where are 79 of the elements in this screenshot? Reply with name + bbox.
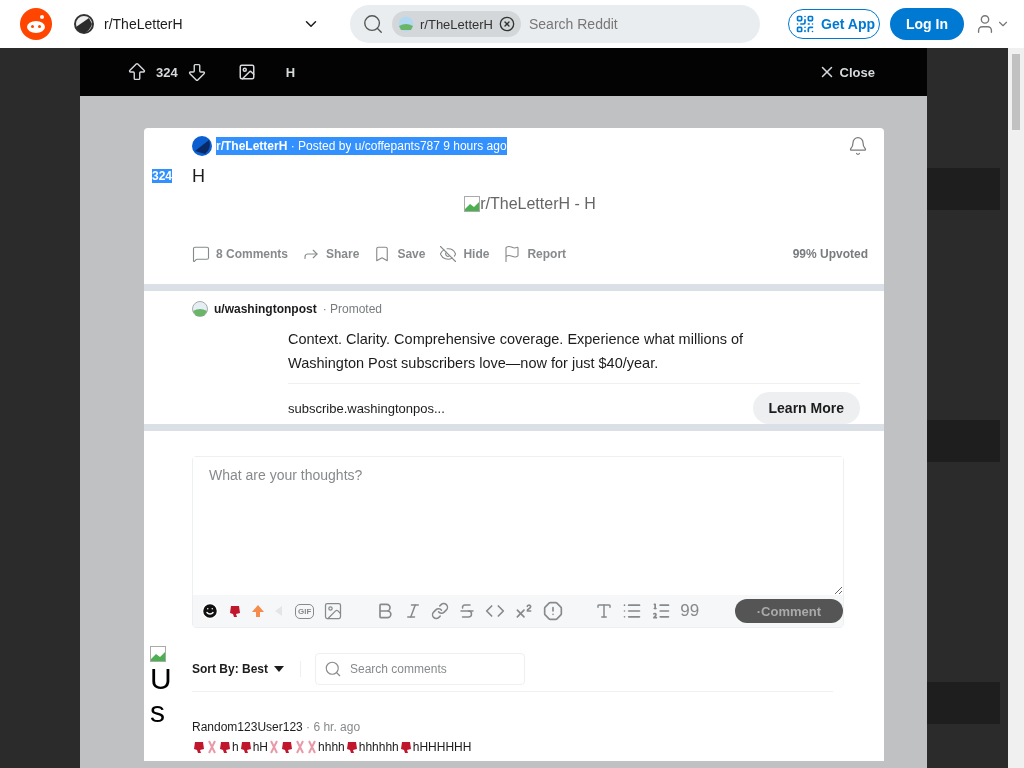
- flag-icon: [503, 245, 522, 263]
- bunny-icon: [206, 740, 218, 754]
- caret-icon: [274, 666, 284, 672]
- ad-link[interactable]: subscribe.washingtonpos...: [288, 400, 445, 416]
- report-button[interactable]: Report: [503, 245, 567, 263]
- learn-more-button[interactable]: Learn More: [752, 392, 860, 424]
- creature-icon: [344, 740, 359, 754]
- post-meta-text: Posted by: [294, 137, 352, 155]
- smiley-icon[interactable]: [201, 602, 219, 620]
- reddit-logo[interactable]: [20, 8, 52, 40]
- comment-field[interactable]: What are your thoughts? GIF 99 ·Comment: [192, 456, 844, 628]
- advertiser-avatar-icon: [192, 301, 208, 317]
- bulleted-list-icon[interactable]: [622, 601, 643, 621]
- comment-text: hhhh: [318, 740, 345, 754]
- save-button[interactable]: Save: [373, 245, 426, 263]
- author-link[interactable]: u/coffepants787: [351, 137, 440, 155]
- community-avatar-icon: [192, 136, 212, 156]
- image-icon: [237, 63, 256, 81]
- comment-search-field[interactable]: Search comments: [315, 653, 525, 685]
- creature-icon: [398, 740, 413, 754]
- search-icon: [324, 660, 342, 678]
- community-dropdown[interactable]: r/TheLetterH: [68, 14, 326, 34]
- comment-text: hhhhhh: [358, 740, 399, 754]
- upvote-icon[interactable]: [126, 61, 148, 83]
- bunny-icon: [268, 740, 281, 754]
- creature-icon: [238, 740, 253, 754]
- vote-count: 324: [152, 169, 173, 183]
- login-button[interactable]: Log In: [890, 8, 964, 40]
- upvote-ratio: 99% Upvoted: [792, 247, 868, 261]
- image-alt-text: r/TheLetterH - H: [480, 195, 596, 213]
- broken-image-icon: [150, 646, 166, 662]
- image-icon[interactable]: [323, 601, 344, 621]
- comment-author[interactable]: Random123User123: [192, 720, 303, 734]
- strikethrough-icon[interactable]: [458, 602, 477, 620]
- get-app-button[interactable]: Get App: [788, 9, 880, 39]
- advertiser-name[interactable]: u/washingtonpost: [214, 302, 317, 316]
- sort-dropdown[interactable]: Sort By: Best: [192, 662, 284, 676]
- comment-icon: [192, 245, 210, 263]
- hidden-eye-icon: [439, 245, 458, 263]
- bunny-icon: [294, 740, 307, 754]
- creature-icon: [228, 604, 242, 618]
- link-icon[interactable]: [431, 602, 450, 620]
- ad-text: Context. Clarity. Comprehensive coverage. Experience what millions of Washington Post subscribers love—now for just $40/year.: [288, 327, 860, 384]
- up-arrow-icon[interactable]: [251, 604, 265, 618]
- numbered-list-icon[interactable]: [651, 601, 672, 621]
- image-alt-text: Us: [150, 662, 173, 728]
- creature-icon: [192, 740, 206, 754]
- bell-icon[interactable]: [848, 136, 868, 156]
- search-icon: [362, 13, 384, 35]
- creature-icon: [218, 740, 232, 754]
- bunny-icon: [306, 740, 319, 754]
- spoiler-icon[interactable]: [543, 601, 564, 621]
- post-title: H: [285, 64, 296, 80]
- creature-icon: [280, 740, 295, 754]
- quote-button[interactable]: 99: [680, 601, 700, 621]
- broken-image-icon: [464, 196, 481, 212]
- comment-text: hHHHHHH: [412, 740, 472, 754]
- vote-count: 324: [156, 64, 178, 80]
- community-avatar-icon: [398, 16, 414, 32]
- comments-button[interactable]: 8 Comments: [192, 245, 289, 263]
- promoted-label: · Promoted: [322, 302, 382, 316]
- search-field[interactable]: r/TheLetterH Search Reddit: [350, 5, 760, 43]
- heading-icon[interactable]: [595, 602, 614, 620]
- comment-button[interactable]: ·Comment: [734, 599, 843, 623]
- share-button[interactable]: Share: [302, 245, 360, 263]
- post-meta-text: 9 hours ago: [439, 137, 507, 155]
- community-link[interactable]: r/TheLetterH: [216, 137, 288, 155]
- comment-text: h: [232, 740, 239, 754]
- clear-icon: [499, 16, 515, 32]
- community-avatar-icon: [74, 14, 94, 34]
- post-title: H: [192, 166, 206, 187]
- close-button[interactable]: Close: [811, 62, 881, 82]
- qr-code-icon: [795, 14, 816, 34]
- hide-button[interactable]: Hide: [439, 245, 490, 263]
- comment-time: · 6 hr. ago: [306, 720, 361, 734]
- comment-text: hH: [252, 740, 269, 754]
- gif-button[interactable]: GIF: [295, 603, 315, 619]
- scrollbar[interactable]: [1008, 48, 1024, 768]
- community-chip[interactable]: r/TheLetterH: [392, 11, 521, 37]
